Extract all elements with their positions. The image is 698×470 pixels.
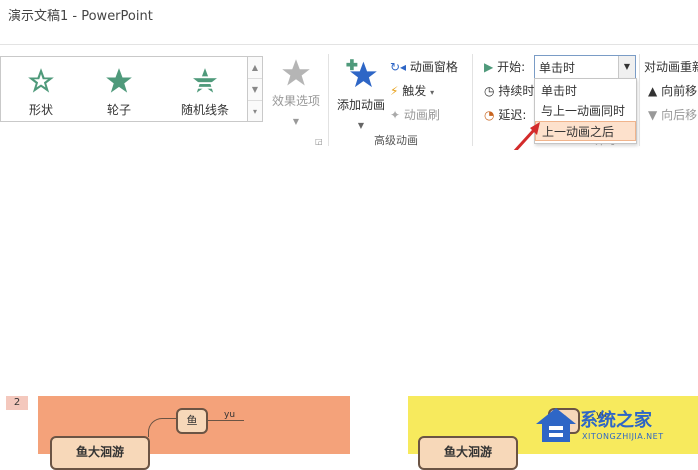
scroll-up-icon[interactable]: ▲ (248, 57, 262, 79)
mindmap-main-node: 鱼大洄游 (418, 436, 518, 470)
effect-star-icon (282, 59, 310, 86)
animation-gallery: 形状 轮子 随机线条 (0, 56, 248, 122)
connector-line (208, 420, 244, 421)
watermark: 系统之家 XITONGZHIJIA.NET (534, 402, 694, 454)
start-label: ▶ 开始: (484, 60, 526, 74)
gallery-item-wheel[interactable]: 轮子 (79, 57, 159, 121)
gallery-scroll[interactable]: ▲ ▼ ▾ (247, 56, 263, 122)
gallery-item-label: 形状 (28, 103, 53, 117)
painter-star-icon: ✦ (390, 108, 401, 122)
dropdown-option[interactable]: 与上一动画同时 (535, 101, 636, 121)
star-icon (106, 68, 132, 93)
move-earlier-button[interactable]: ▲ 向前移 (648, 82, 697, 99)
house-logo-icon (536, 408, 576, 442)
dropdown-option-selected[interactable]: 上一动画之后 (535, 121, 636, 141)
animation-pane-button[interactable]: ↻◂ 动画窗格 (390, 58, 458, 75)
title-bar: 演示文稿1 - PowerPoint (0, 0, 698, 26)
reorder-title: 对动画重新 (644, 60, 698, 74)
mindmap-main-node: 鱼大洄游 (50, 436, 150, 470)
start-dropdown-list: 单击时 与上一动画同时 上一动画之后 (534, 78, 637, 144)
group-separator (639, 54, 640, 146)
add-animation-star-icon (346, 59, 377, 88)
dropdown-option[interactable]: 单击时 (535, 81, 636, 101)
duration-label: ◷ 持续时 (484, 84, 535, 98)
mindmap-node: 鱼 (176, 408, 208, 434)
dialog-launcher-icon[interactable]: ◲ (315, 137, 323, 146)
connector-curve (148, 418, 177, 437)
watermark-brand: 系统之家 (580, 410, 652, 431)
play-icon: ▶ (484, 60, 494, 74)
gallery-item-shape[interactable]: 形状 (1, 57, 81, 121)
animation-pane-icon: ↻◂ (390, 60, 407, 74)
gallery-item-random-bars[interactable]: 随机线条 (165, 57, 245, 121)
triangle-up-icon: ▲ (648, 84, 658, 98)
start-select-value: 单击时 (539, 61, 576, 75)
group-label-advanced: 高级动画 (374, 134, 418, 147)
chevron-down-icon: ▾ (430, 88, 435, 97)
watermark-url: XITONGZHIJIA.NET (582, 432, 664, 441)
clock-icon: ◷ (484, 84, 495, 98)
star-icon (28, 68, 54, 93)
gallery-item-label: 随机线条 (180, 103, 229, 117)
gallery-more-icon[interactable]: ▾ (248, 101, 262, 122)
move-later-button[interactable]: ▼ 向后移 (648, 106, 697, 123)
chevron-down-icon: ▼ (292, 117, 300, 126)
chevron-down-icon[interactable]: ▼ (618, 56, 635, 78)
slide-thumbnail[interactable]: 鱼 yu 鱼大洄游 (38, 396, 350, 470)
random-bars-star-icon (191, 68, 219, 93)
gallery-item-label: 轮子 (106, 103, 131, 117)
triangle-down-icon: ▼ (648, 108, 658, 122)
animation-painter-button[interactable]: ✦ 动画刷 (390, 106, 440, 123)
effect-options-button[interactable]: 效果选项 ▼ (266, 58, 326, 128)
slide-number-badge: 2 (6, 396, 28, 410)
start-select[interactable]: 单击时 ▼ (534, 55, 636, 79)
scroll-down-icon[interactable]: ▼ (248, 79, 262, 101)
trigger-button[interactable]: ⚡ 触发 ▾ (390, 82, 434, 99)
group-separator (328, 54, 329, 146)
window-title: 演示文稿1 - PowerPoint (8, 9, 153, 24)
add-animation-button[interactable]: 添加动画 ▼ (333, 58, 389, 132)
group-separator (472, 54, 473, 146)
node-tag: yu (224, 410, 236, 420)
lightning-icon: ⚡ (390, 84, 399, 98)
chevron-down-icon: ▼ (357, 121, 365, 130)
